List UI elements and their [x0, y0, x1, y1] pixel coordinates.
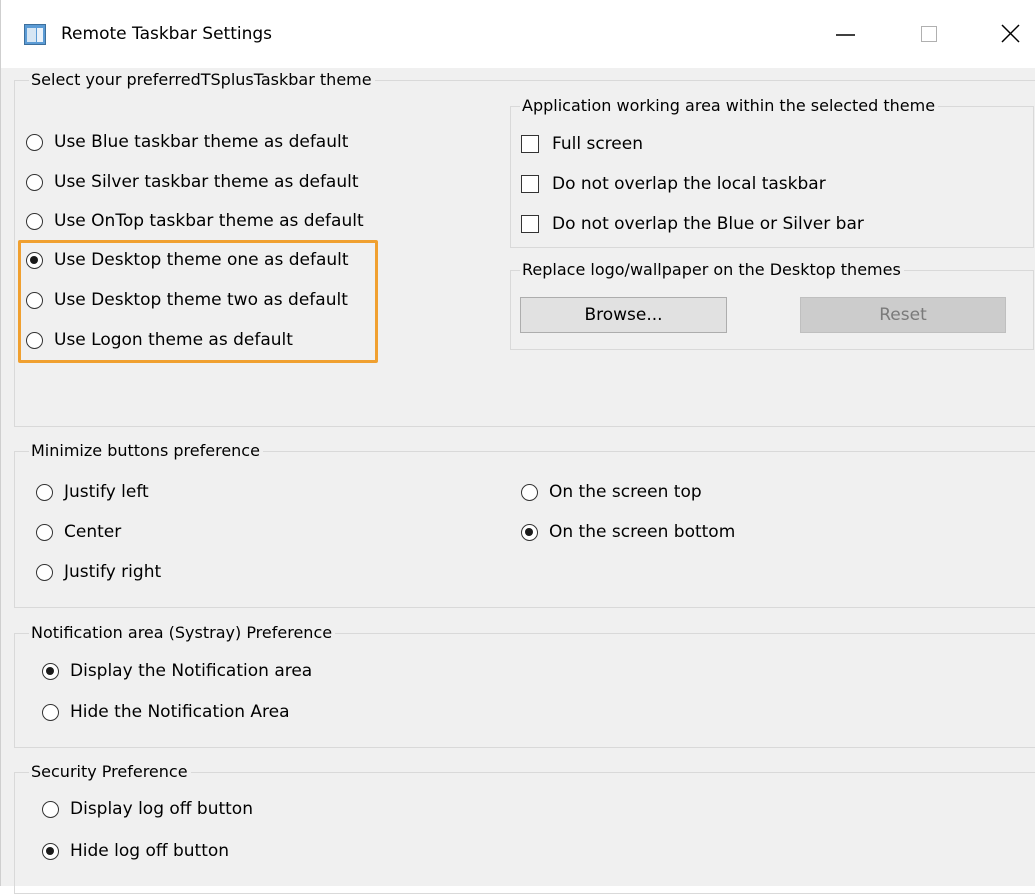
settings-window: Remote Taskbar Settings Select your pref…: [0, 0, 1035, 894]
radio-button[interactable]: [26, 291, 43, 309]
radio-button[interactable]: [26, 173, 43, 191]
notification-group: [14, 633, 1035, 748]
checkbox[interactable]: [521, 175, 539, 193]
radio-ontop-theme[interactable]: Use OnTop taskbar theme as default: [26, 209, 364, 233]
radio-button[interactable]: [521, 523, 538, 541]
radio-button[interactable]: [521, 483, 538, 501]
radio-justify-right[interactable]: Justify right: [36, 560, 161, 584]
radio-center[interactable]: Center: [36, 520, 121, 544]
browse-button[interactable]: Browse...: [520, 297, 727, 333]
radio-button[interactable]: [42, 662, 59, 680]
radio-screen-bottom[interactable]: On the screen bottom: [521, 520, 735, 544]
radio-hide-notification[interactable]: Hide the Notification Area: [42, 700, 290, 724]
security-legend: Security Preference: [29, 762, 191, 782]
radio-button[interactable]: [36, 523, 53, 541]
radio-button[interactable]: [42, 800, 59, 818]
radio-hide-logoff[interactable]: Hide log off button: [42, 839, 229, 863]
checkbox-no-overlap-local-taskbar[interactable]: Do not overlap the local taskbar: [521, 172, 826, 196]
app-window-icon: [24, 24, 46, 45]
title-bar: Remote Taskbar Settings: [1, 0, 1035, 68]
radio-button[interactable]: [26, 251, 43, 269]
notification-legend: Notification area (Systray) Preference: [29, 623, 336, 643]
minimize-legend: Minimize buttons preference: [29, 441, 263, 461]
radio-silver-theme[interactable]: Use Silver taskbar theme as default: [26, 170, 359, 194]
logo-legend: Replace logo/wallpaper on the Desktop th…: [520, 260, 904, 280]
radio-justify-left[interactable]: Justify left: [36, 480, 149, 504]
security-group: [14, 772, 1035, 894]
minimize-icon: [836, 34, 855, 36]
radio-button[interactable]: [36, 563, 53, 581]
radio-desktop-theme-two[interactable]: Use Desktop theme two as default: [26, 288, 348, 312]
working-area-legend: Application working area within the sele…: [520, 96, 939, 116]
radio-button[interactable]: [42, 703, 59, 721]
checkbox[interactable]: [521, 215, 539, 233]
window-title: Remote Taskbar Settings: [61, 24, 273, 44]
radio-display-notification[interactable]: Display the Notification area: [42, 659, 312, 683]
radio-button[interactable]: [26, 133, 43, 151]
radio-blue-theme[interactable]: Use Blue taskbar theme as default: [26, 130, 348, 154]
close-button[interactable]: [985, 14, 1035, 54]
radio-button[interactable]: [26, 331, 43, 349]
radio-logon-theme[interactable]: Use Logon theme as default: [26, 328, 293, 352]
minimize-button[interactable]: [819, 14, 869, 54]
maximize-icon: [921, 26, 937, 42]
checkbox-full-screen[interactable]: Full screen: [521, 132, 643, 156]
maximize-button[interactable]: [904, 14, 954, 54]
radio-button[interactable]: [26, 212, 43, 230]
radio-desktop-theme-one[interactable]: Use Desktop theme one as default: [26, 248, 349, 272]
checkbox[interactable]: [521, 135, 539, 153]
radio-display-logoff[interactable]: Display log off button: [42, 797, 253, 821]
radio-screen-top[interactable]: On the screen top: [521, 480, 702, 504]
reset-button[interactable]: Reset: [800, 297, 1006, 333]
close-icon: [1001, 24, 1020, 43]
theme-legend: Select your preferredTSplusTaskbar theme: [29, 70, 375, 90]
checkbox-no-overlap-blue-silver-bar[interactable]: Do not overlap the Blue or Silver bar: [521, 212, 864, 236]
radio-button[interactable]: [42, 842, 59, 860]
radio-button[interactable]: [36, 483, 53, 501]
